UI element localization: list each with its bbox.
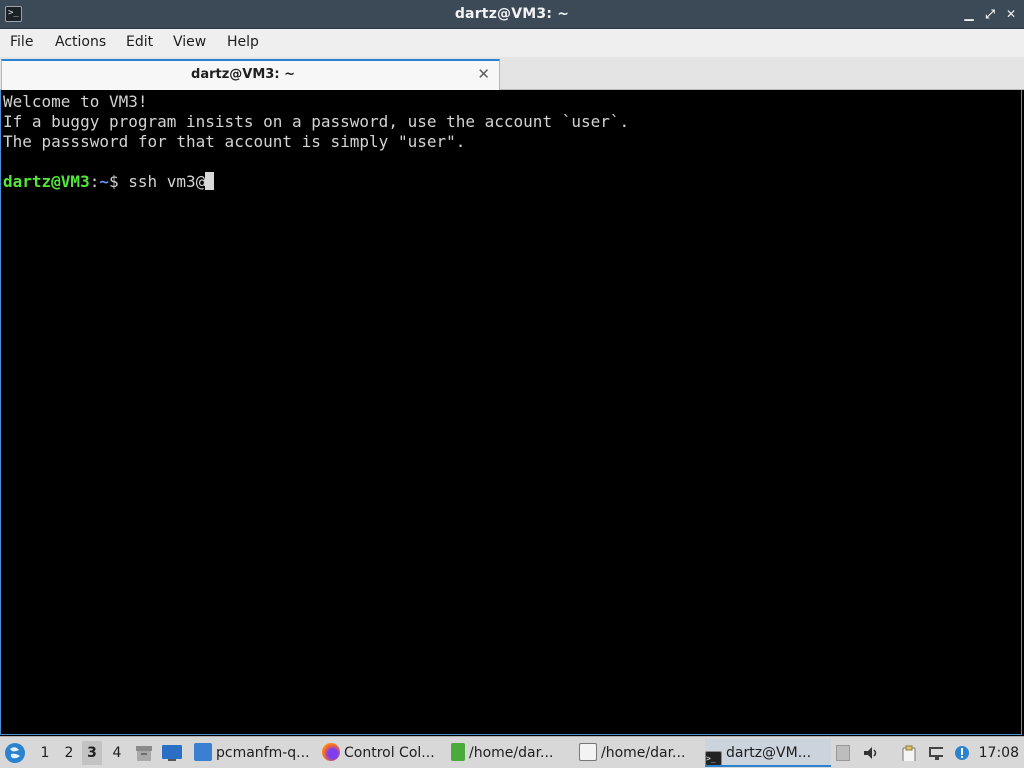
network-icon[interactable] [927,745,943,761]
desktop-2[interactable]: 2 [59,745,79,761]
prompt-symbol: $ [108,172,119,191]
text-cursor [205,172,215,190]
prompt-command: ssh vm3@ [118,172,206,191]
window-title: dartz@VM3: ~ [454,6,570,22]
menu-help[interactable]: Help [227,34,259,50]
tab-terminal[interactable]: dartz@VM3: ~ ✕ [1,59,500,90]
tab-bar: dartz@VM3: ~ ✕ [0,57,1024,90]
menu-view[interactable]: View [173,34,206,50]
close-button[interactable]: ✕ [1002,6,1020,23]
tab-close-icon[interactable]: ✕ [477,65,490,83]
archive-icon [136,746,152,761]
minimize-button[interactable]: ▁ [960,6,978,23]
menu-actions[interactable]: Actions [55,34,106,50]
task-label: pcmanfm-q... [216,745,310,761]
terminal-line: The passsword for that account is simply… [3,132,466,151]
terminal-prompt-line: dartz@VM3:~$ ssh vm3@ [3,172,1021,192]
desktop-4[interactable]: 4 [107,745,127,761]
start-menu-button[interactable] [4,737,28,768]
update-notifier-icon[interactable] [954,745,970,761]
task-firefox[interactable]: Control Col... [322,739,446,767]
text-file-icon [451,743,465,761]
task-label: Control Col... [344,745,435,761]
task-label: /home/dar... [469,745,554,761]
terminal-line: If a buggy program insists on a password… [3,112,630,131]
desktop-3[interactable]: 3 [82,741,102,765]
terminal-view[interactable]: Welcome to VM3! If a buggy program insis… [0,90,1022,735]
feather-editor-icon [579,743,597,761]
task-label: dartz@VM... [726,745,812,761]
maximize-button[interactable]: ⤢ [981,6,999,23]
menu-bar: File Actions Edit View Help [0,29,1024,57]
task-label: /home/dar... [601,745,686,761]
firefox-icon [322,743,340,761]
terminal-icon: >_ [705,751,722,765]
clipboard-icon[interactable] [900,745,916,761]
terminal-line: Welcome to VM3! [3,92,148,111]
task-text-file[interactable]: /home/dar... [451,739,575,767]
task-terminal[interactable]: >_ dartz@VM... [705,739,831,767]
window-titlebar[interactable]: >_ dartz@VM3: ~ ▁ ⤢ ✕ [0,0,1024,29]
folder-icon [194,743,212,761]
menu-file[interactable]: File [10,34,33,50]
prompt-separator: : [89,172,100,191]
tab-label: dartz@VM3: ~ [191,67,295,82]
prompt-user-host: dartz@VM3 [3,172,90,191]
menu-edit[interactable]: Edit [126,34,153,50]
quicklaunch-archive[interactable] [134,737,154,768]
task-editor[interactable]: /home/dar... [579,739,701,767]
quicklaunch-show-desktop[interactable] [161,737,183,768]
lxqt-logo-icon [5,743,25,763]
volume-icon[interactable] [862,745,878,761]
taskbar: 1 2 3 4 pcmanfm-q... Control Col... /hom… [0,736,1024,768]
task-pcmanfm[interactable]: pcmanfm-q... [194,739,318,767]
desktop-1[interactable]: 1 [35,745,55,761]
clock[interactable]: 17:08 [979,745,1019,761]
desktop-icon [162,745,182,761]
prompt-path: ~ [99,172,109,191]
tray-scroll-icon[interactable] [836,745,850,761]
